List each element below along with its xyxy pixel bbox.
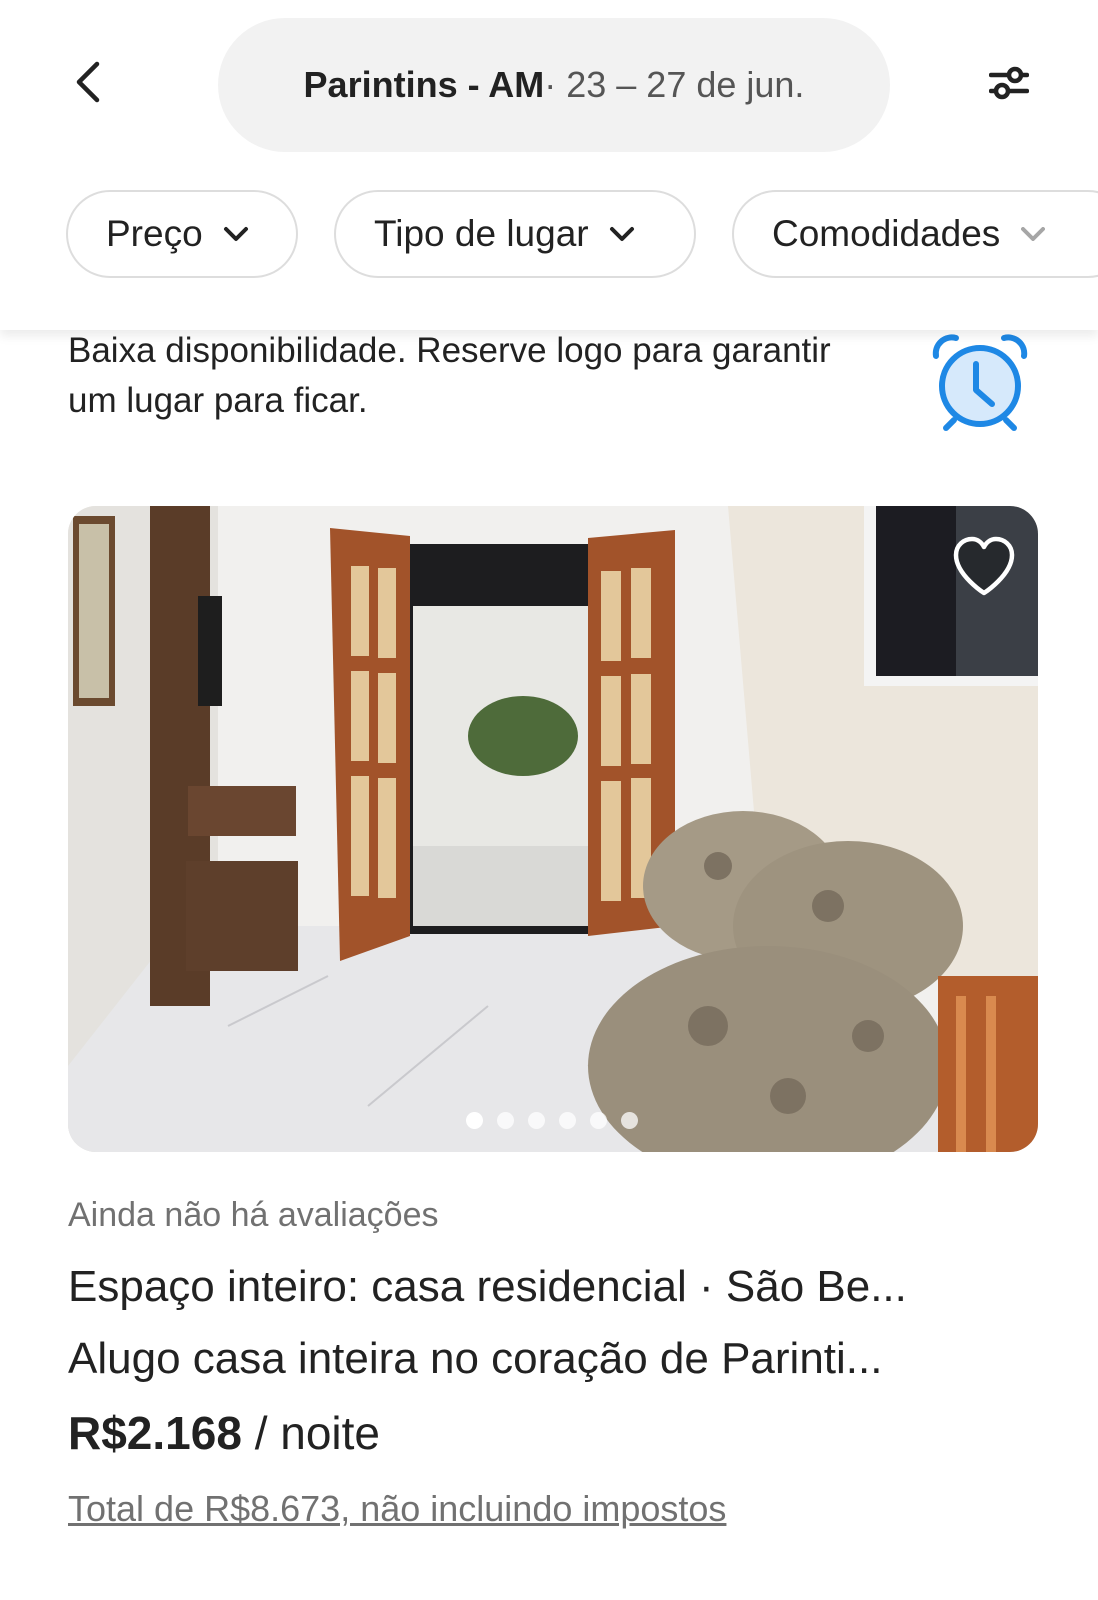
filters-button[interactable] [986,60,1032,106]
top-header: Parintins - AM · 23 – 27 de jun. Preço T… [0,0,1098,330]
chip-comodidades[interactable]: Comodidades [732,190,1098,278]
photo-dot[interactable] [497,1112,514,1129]
chip-label: Tipo de lugar [374,213,589,254]
filter-chips-row: Preço Tipo de lugar Comodidades [66,190,1098,282]
search-location: Parintins - AM [303,64,545,105]
chevron-down-icon [223,227,248,241]
chip-label: Comodidades [772,213,1001,254]
search-dates: · 23 – 27 de jun. [544,64,805,105]
reviews-status: Ainda não há avaliações [68,1196,439,1234]
price-unit: / noite [241,1407,381,1459]
photo-dot[interactable] [621,1112,638,1129]
chevron-left-icon [76,61,100,103]
total-price-link[interactable]: Total de R$8.673, não incluindo impostos [68,1488,726,1530]
photo-dot[interactable] [528,1112,545,1129]
chip-tipo-de-lugar[interactable]: Tipo de lugar [334,190,696,278]
back-button[interactable] [66,60,110,104]
photo-pagination-dots [466,1112,638,1132]
alarm-clock-icon [932,334,1028,431]
heart-icon [953,536,1015,596]
sliders-icon [989,66,1029,100]
low-availability-notice: Baixa disponibilidade. Reserve logo para… [68,331,831,420]
living-room-photo [68,506,1038,1152]
favorite-button[interactable] [950,535,1018,599]
chip-preco[interactable]: Preço [66,190,298,278]
listing-price: R$2.168 / noite [68,1406,380,1460]
price-amount: R$2.168 [68,1407,242,1459]
photo-dot[interactable] [559,1112,576,1129]
listing-title[interactable]: Espaço inteiro: casa residencial · São B… [68,1262,1028,1312]
listing-photo[interactable] [68,506,1038,1152]
listing-description[interactable]: Alugo casa inteira no coração de Parinti… [68,1334,1028,1384]
search-summary-pill[interactable]: Parintins - AM · 23 – 27 de jun. [218,18,890,152]
photo-dot[interactable] [590,1112,607,1129]
photo-dot[interactable] [466,1112,483,1129]
chevron-down-icon [609,227,634,241]
chevron-down-icon [1021,227,1046,241]
chip-label: Preço [106,213,203,254]
